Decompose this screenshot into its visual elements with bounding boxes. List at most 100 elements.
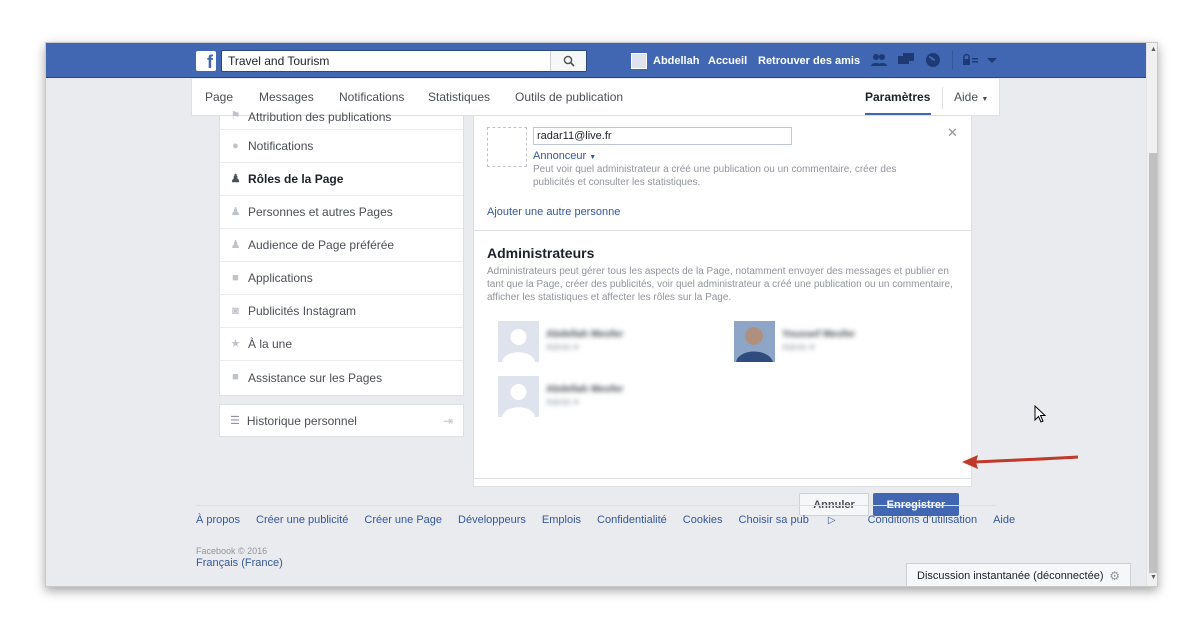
tab-page[interactable]: Page <box>205 90 233 104</box>
scrollbar[interactable]: ▲ ▼ <box>1146 43 1157 586</box>
sidebar-item-label: Personnes et autres Pages <box>248 205 393 219</box>
footer-link-cookies[interactable]: Cookies <box>683 514 723 526</box>
admin-role[interactable]: Admin ▾ <box>546 342 579 353</box>
admin-name: Abdellah Mesfer <box>546 329 624 340</box>
sidebar-item-pages-support[interactable]: ■ Assistance sur les Pages <box>220 361 463 394</box>
copyright-text: Facebook © 2016 <box>196 546 268 556</box>
avatar <box>734 321 775 362</box>
role-description: Peut voir quel administrateur a créé une… <box>533 164 897 188</box>
find-friends-label: Retrouver des amis <box>758 54 861 67</box>
role-dropdown-label: Annonceur <box>533 150 587 162</box>
tab-publishing-tools[interactable]: Outils de publication <box>515 90 623 104</box>
footer-link-privacy[interactable]: Confidentialité <box>597 514 667 526</box>
ad-choices-icon: ▷ <box>827 515 836 526</box>
footer-link-developers[interactable]: Développeurs <box>458 514 526 526</box>
chat-bar[interactable]: Discussion instantanée (déconnectée) ⚙ <box>906 563 1131 586</box>
tab-statistics[interactable]: Statistiques <box>428 90 490 104</box>
footer-link-create-ad[interactable]: Créer une publicité <box>256 514 348 526</box>
notifications-globe-icon[interactable] <box>924 52 942 68</box>
privacy-shortcuts-icon[interactable] <box>961 52 979 68</box>
tab-messages[interactable]: Messages <box>259 90 314 104</box>
tab-help-label: Aide <box>954 90 979 104</box>
admin-person: Abdellah Mesfer Admin ▾ <box>498 376 698 418</box>
sidebar-item-attribution[interactable]: ⚑ Attribution des publications <box>220 104 463 130</box>
user-name: Abdellah <box>653 54 700 67</box>
home-label: Accueil <box>708 54 748 67</box>
friend-requests-icon[interactable] <box>870 52 888 68</box>
footer-link-careers[interactable]: Emplois <box>542 514 581 526</box>
topbar-divider <box>952 50 953 70</box>
list-icon: ☰ <box>230 415 240 427</box>
search-input[interactable] <box>222 51 542 71</box>
divider <box>474 230 971 231</box>
footer-link-help[interactable]: Aide <box>993 514 1015 526</box>
facebook-logo-icon[interactable]: f <box>196 51 216 72</box>
tab-divider <box>942 87 943 109</box>
active-tab-underline <box>865 113 931 115</box>
tab-settings[interactable]: Paramètres <box>865 90 930 104</box>
admin-person: Abdellah Mesfer Admin ▾ <box>498 321 698 363</box>
personal-history-item[interactable]: ☰ Historique personnel ⇥ <box>219 404 464 437</box>
tab-help[interactable]: Aide ▼ <box>954 90 988 104</box>
footer-link-about[interactable]: À propos <box>196 514 240 526</box>
sidebar-item-featured[interactable]: ★ À la une <box>220 328 463 361</box>
annotation-arrow-icon <box>962 455 1079 469</box>
close-icon[interactable]: ✕ <box>947 125 958 141</box>
footer-links: À propos Créer une publicité Créer une P… <box>196 514 1031 526</box>
person-photo-placeholder <box>487 127 527 167</box>
gear-icon[interactable]: ⚙ <box>1109 569 1120 583</box>
sidebar-item-label: Rôles de la Page <box>248 172 344 186</box>
sidebar-item-label: À la une <box>248 337 293 351</box>
scrollbar-thumb[interactable] <box>1149 153 1157 573</box>
instagram-icon: ◙ <box>232 304 239 317</box>
sidebar-item-apps[interactable]: ■ Applications <box>220 262 463 295</box>
sidebar-item-notifications[interactable]: ● Notifications <box>220 130 463 163</box>
footer-link-terms[interactable]: Conditions d’utilisation <box>868 514 977 526</box>
sidebar-item-people-and-pages[interactable]: ♟ Personnes et autres Pages <box>220 196 463 229</box>
sidebar-item-label: Publicités Instagram <box>248 304 357 318</box>
facebook-square-icon: ■ <box>232 371 239 383</box>
mouse-cursor-icon <box>1034 405 1047 423</box>
messages-icon[interactable] <box>897 52 915 68</box>
avatar <box>498 376 539 417</box>
sidebar-item-label: Notifications <box>248 139 314 153</box>
admin-name: Abdellah Mesfer <box>546 384 624 395</box>
cube-icon: ■ <box>232 271 239 284</box>
scroll-up-arrow-icon[interactable]: ▲ <box>1150 46 1157 53</box>
admin-person: Youssef Mesfer Admin ▾ <box>734 321 934 363</box>
audience-icon: ♟ <box>230 238 241 251</box>
footer-link-create-page[interactable]: Créer une Page <box>364 514 442 526</box>
admin-role[interactable]: Admin ▾ <box>546 397 579 408</box>
search-button[interactable] <box>550 51 586 71</box>
admins-description: Administrateurs peut gérer tous les aspe… <box>487 266 953 303</box>
sidebar-item-page-roles[interactable]: ♟ Rôles de la Page <box>220 163 463 196</box>
admins-title: Administrateurs <box>487 245 595 261</box>
settings-sidebar: ⚑ Attribution des publications ● Notificat… <box>219 110 464 396</box>
profile-link[interactable]: Abdellah <box>631 43 699 78</box>
email-field[interactable]: radar11@live.fr <box>533 127 792 145</box>
avatar <box>498 321 539 362</box>
avatar <box>631 52 647 69</box>
flag-icon: ⚑ <box>230 110 241 122</box>
language-link[interactable]: Français (France) <box>196 557 283 569</box>
facebook-topbar: f Abdellah Accueil Retrouver des amis <box>46 43 1146 78</box>
footer-link-ad-choices[interactable]: Choisir sa pub ▷ <box>739 514 852 526</box>
home-link[interactable]: Accueil <box>708 43 747 78</box>
account-menu-chevron-down-icon[interactable] <box>983 52 1001 68</box>
find-friends-link[interactable]: Retrouver des amis <box>758 43 860 78</box>
help-chevron-down-icon: ▼ <box>981 96 989 103</box>
person-icon: ♟ <box>230 172 241 185</box>
sidebar-item-label: Attribution des publications <box>248 109 392 124</box>
scroll-down-arrow-icon[interactable]: ▼ <box>1150 574 1157 581</box>
sidebar-item-label: Applications <box>248 271 313 285</box>
admin-role[interactable]: Admin ▾ <box>782 342 815 353</box>
globe-icon: ● <box>232 139 239 152</box>
sidebar-item-instagram-ads[interactable]: ◙ Publicités Instagram <box>220 295 463 328</box>
tab-notifications[interactable]: Notifications <box>339 90 404 104</box>
sidebar-item-preferred-audience[interactable]: ♟ Audience de Page préférée <box>220 229 463 262</box>
browser-window: f Abdellah Accueil Retrouver des amis Pa… <box>45 42 1158 587</box>
add-person-link[interactable]: Ajouter une autre personne <box>487 206 620 218</box>
role-dropdown[interactable]: Annonceur ▼ <box>533 150 596 162</box>
exit-arrow-icon: ⇥ <box>442 413 453 428</box>
page-roles-panel: radar11@live.fr Annonceur ▼ Peut voir qu… <box>473 116 972 516</box>
